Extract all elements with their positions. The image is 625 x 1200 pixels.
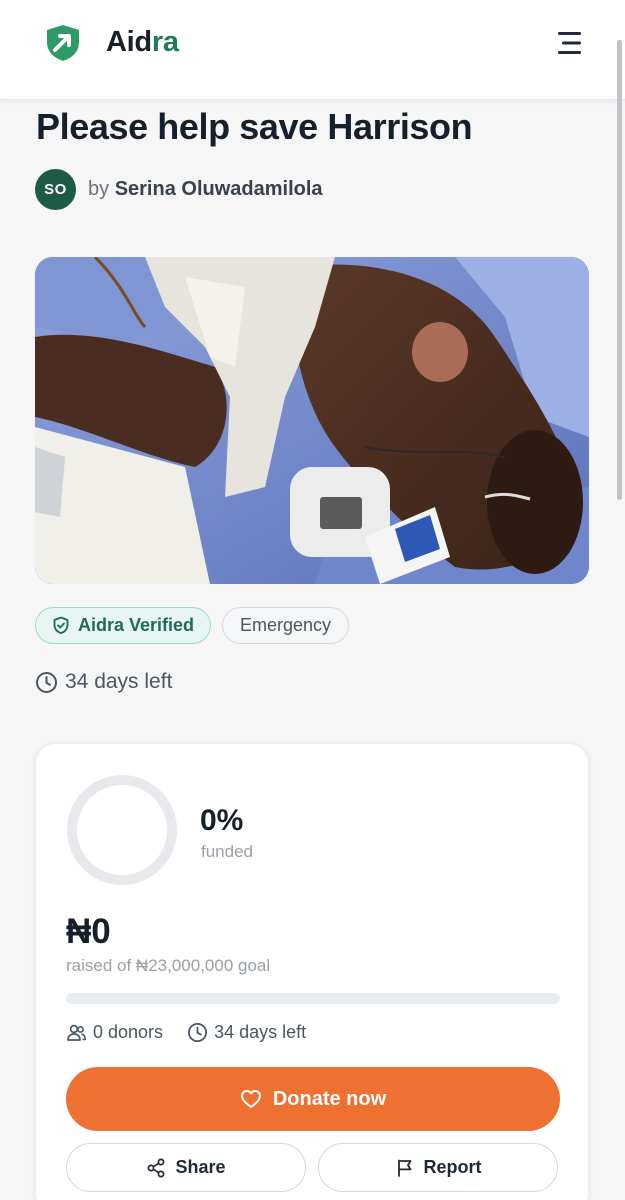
donate-button-label: Donate now — [272, 1087, 387, 1110]
campaign-image[interactable] — [35, 257, 589, 584]
donors-count: 0 donors — [93, 1022, 164, 1042]
progress-ring — [67, 775, 177, 885]
clock-icon — [35, 671, 58, 694]
raised-amount: ₦0 — [66, 912, 111, 951]
brand-name-part-2: ra — [151, 26, 179, 58]
avatar[interactable]: SO — [35, 169, 76, 210]
card-days-left: 34 days left — [214, 1022, 307, 1042]
shield-arrow-icon[interactable] — [44, 23, 82, 63]
top-header: Aidra — [0, 0, 625, 100]
users-icon — [66, 1023, 87, 1043]
days-left-text: 34 days left — [65, 670, 173, 693]
scrollbar[interactable] — [617, 40, 622, 500]
category-badge[interactable]: Emergency — [222, 607, 349, 644]
report-button[interactable]: Report — [318, 1143, 558, 1192]
clock-icon — [187, 1022, 208, 1043]
organizer-byline: by Serina Oluwadamilola — [88, 178, 323, 201]
share-button-label: Share — [175, 1157, 226, 1177]
funded-percent: 0% — [200, 804, 244, 837]
verified-badge-label: Aidra Verified — [78, 615, 195, 635]
stats-row: 0 donors 34 days left — [66, 1022, 306, 1043]
share-button[interactable]: Share — [66, 1143, 306, 1192]
organizer-name[interactable]: Serina Oluwadamilola — [115, 178, 323, 200]
brand-name-part-1: Aid — [106, 26, 152, 58]
by-label: by — [88, 178, 110, 200]
report-button-label: Report — [423, 1157, 482, 1177]
progress-bar — [66, 993, 560, 1004]
flag-icon — [395, 1158, 415, 1178]
funded-label: funded — [201, 842, 253, 861]
goal-text: raised of ₦23,000,000 goal — [66, 956, 271, 975]
funding-card: 0% funded ₦0 raised of ₦23,000,000 goal … — [35, 743, 589, 1200]
days-left-row: 34 days left — [35, 670, 172, 694]
brand-name[interactable]: Aidra — [106, 26, 179, 59]
verified-badge: Aidra Verified — [35, 607, 211, 644]
shield-check-icon — [52, 616, 70, 635]
hamburger-icon[interactable] — [554, 28, 588, 58]
share-icon — [146, 1158, 166, 1178]
heart-icon — [240, 1089, 262, 1109]
page-title: Please help save Harrison — [36, 106, 473, 147]
donate-button[interactable]: Donate now — [66, 1067, 560, 1131]
